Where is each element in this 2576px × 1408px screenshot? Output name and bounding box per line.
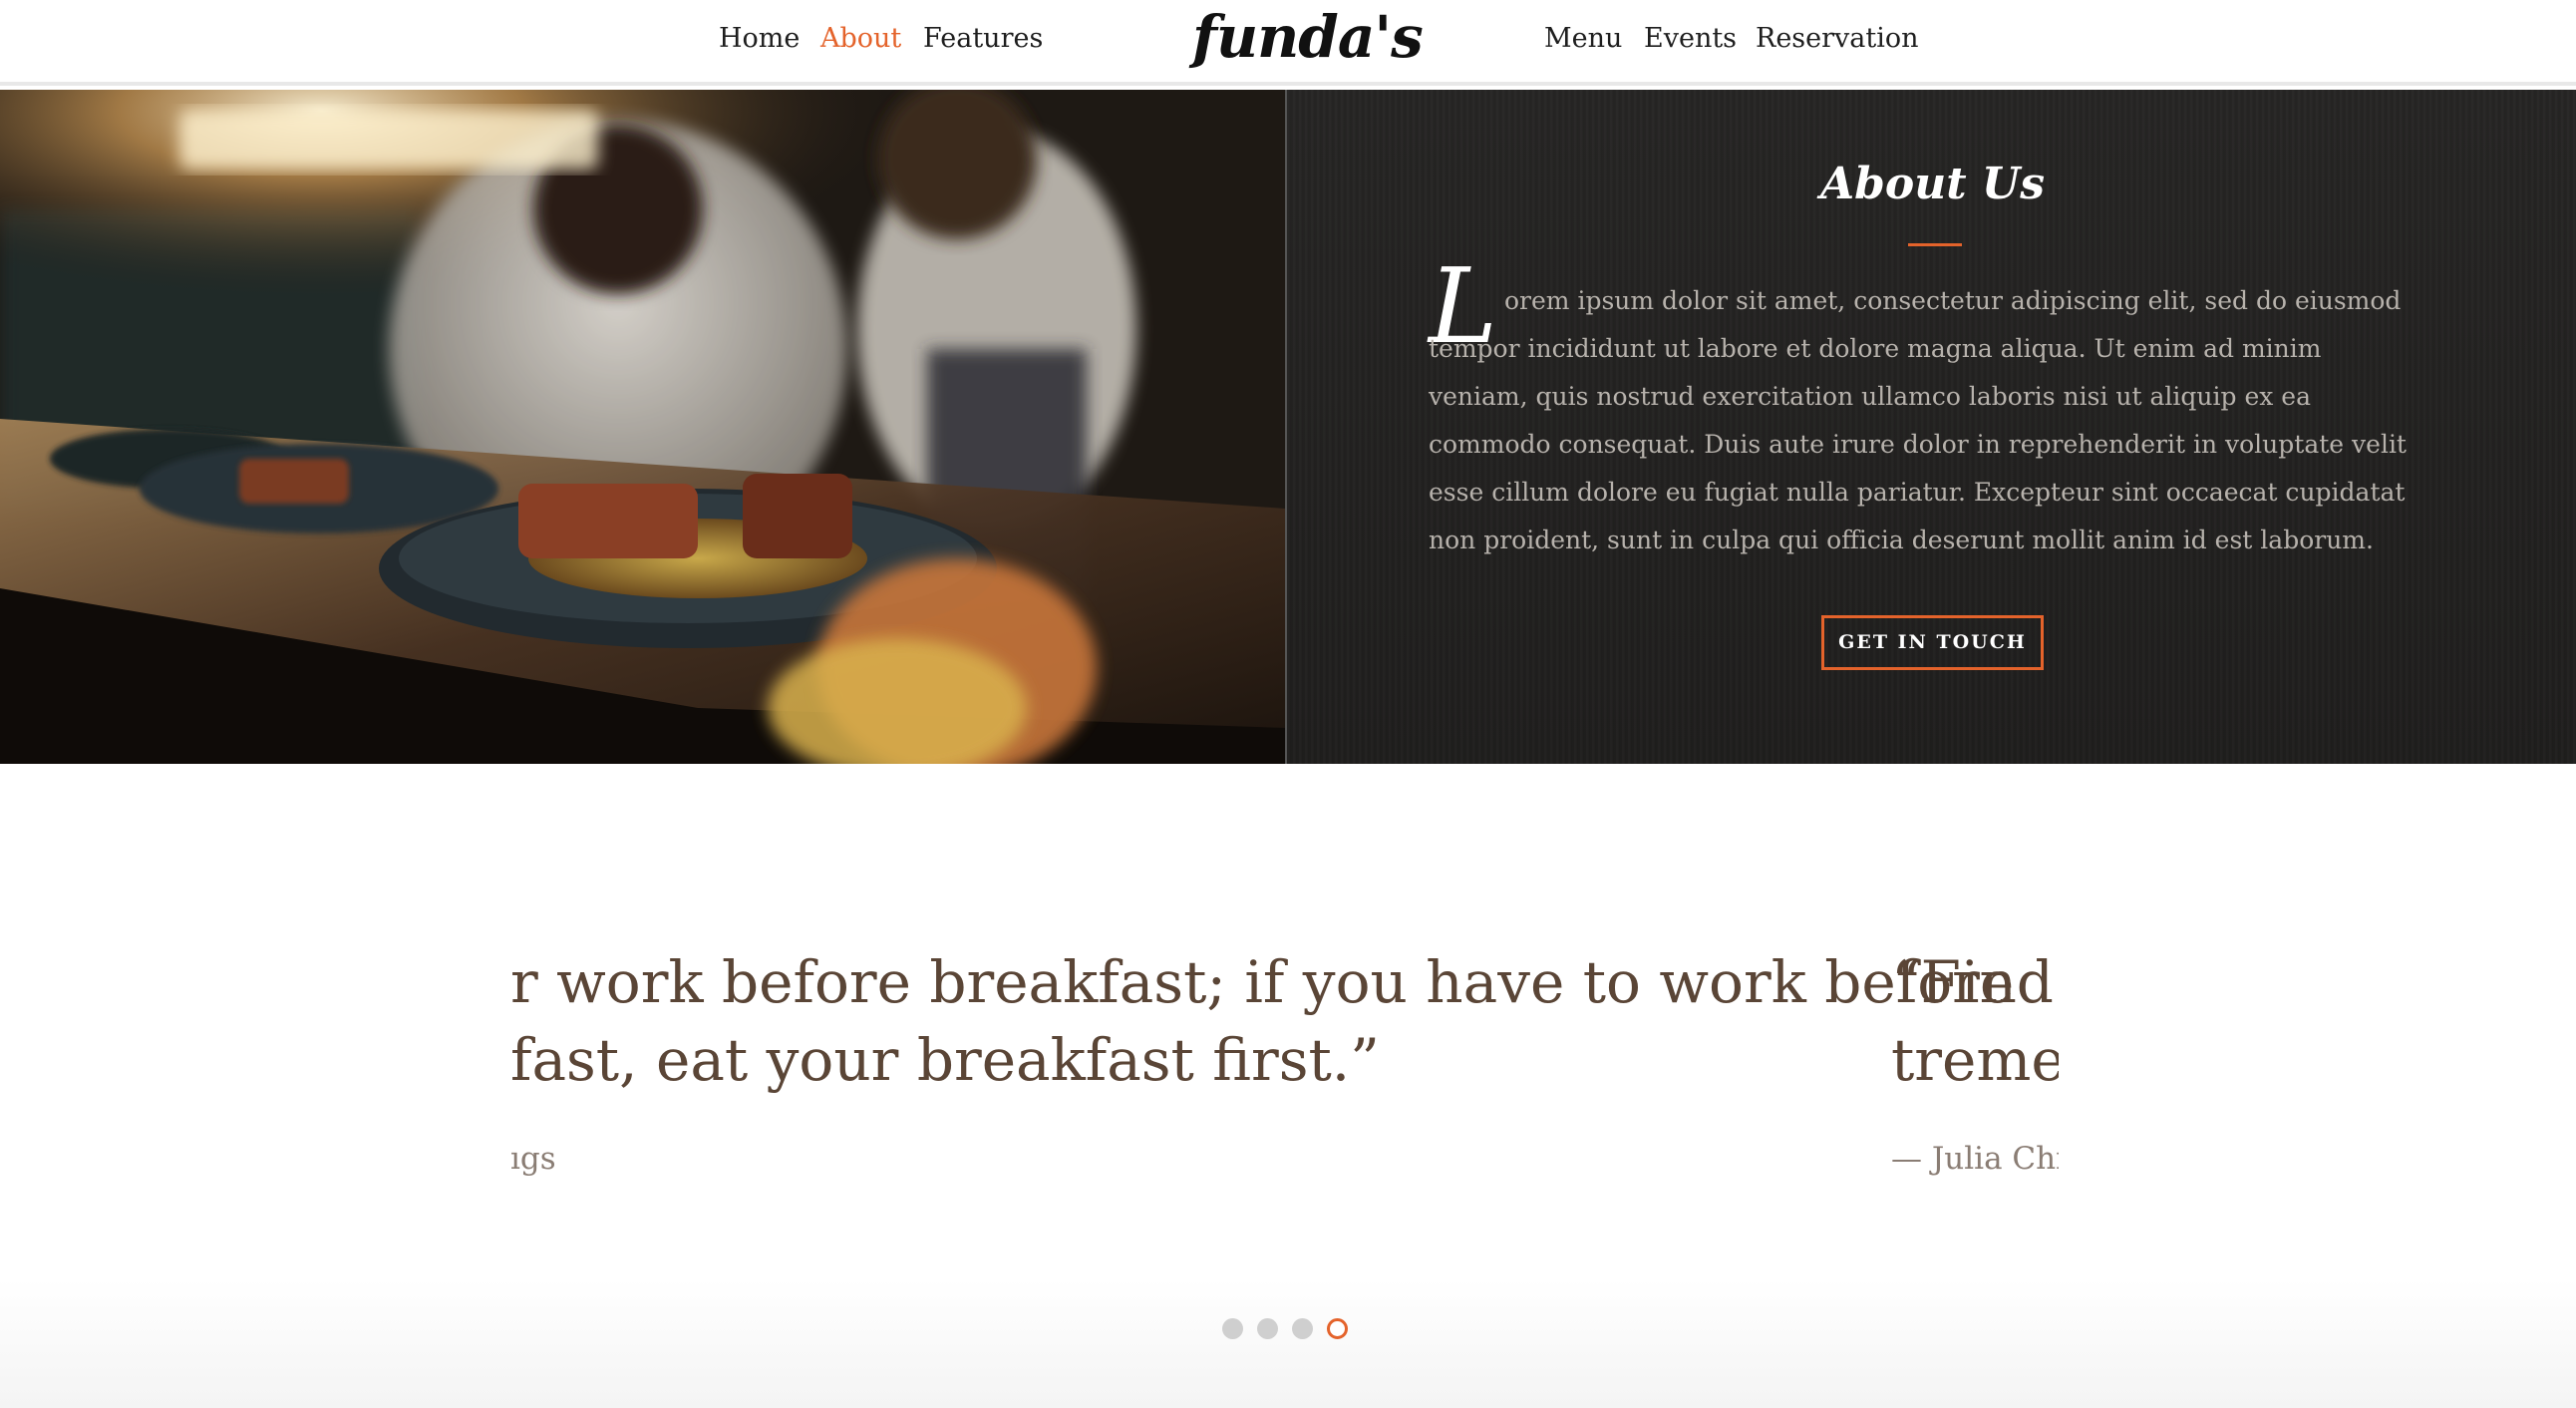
- quote-text: r work before breakfast; if you have to …: [510, 943, 2015, 1099]
- testimonial-slide: r work before breakfast; if you have to …: [510, 943, 2015, 1179]
- quote-line: “Find a: [1891, 948, 2059, 1016]
- testimonials-section: r work before breakfast; if you have to …: [0, 764, 2576, 1408]
- about-title: About Us: [1819, 159, 2046, 209]
- get-in-touch-button[interactable]: GET IN TOUCH: [1821, 615, 2044, 670]
- quote-line: fast, eat your breakfast first.”: [510, 1026, 1380, 1094]
- testimonial-slide: “Find a tremen — Julia Child: [1891, 943, 2059, 1179]
- nav-link-home[interactable]: Home: [719, 20, 800, 58]
- quote-author: ıgs: [510, 1141, 556, 1177]
- carousel-dot-3[interactable]: [1292, 1318, 1313, 1339]
- kitchen-photo: [0, 90, 1285, 764]
- about-body-text: orem ipsum dolor sit amet, consectetur a…: [1429, 277, 2425, 564]
- quote-line: r work before breakfast; if you have to …: [510, 948, 2015, 1016]
- carousel-dot-4[interactable]: [1327, 1318, 1348, 1339]
- quote-line: tremen: [1891, 1026, 2059, 1094]
- nav-link-features[interactable]: Features: [923, 20, 1043, 58]
- carousel-dot-2[interactable]: [1257, 1318, 1278, 1339]
- nav-link-reservation[interactable]: Reservation: [1756, 20, 1919, 58]
- quote-text: “Find a tremen: [1891, 943, 2059, 1099]
- nav-link-events[interactable]: Events: [1644, 20, 1737, 58]
- about-panel: About Us L orem ipsum dolor sit amet, co…: [1285, 90, 2576, 764]
- site-logo[interactable]: funda's: [1192, 2, 1424, 72]
- site-header: Home About Features funda's Menu Events …: [0, 0, 2576, 86]
- nav-link-about[interactable]: About: [820, 20, 901, 58]
- kitchen-photo-illustration: [0, 90, 1285, 764]
- carousel-dot-1[interactable]: [1222, 1318, 1243, 1339]
- title-divider: [1908, 243, 1962, 246]
- about-section: About Us L orem ipsum dolor sit amet, co…: [0, 90, 2576, 764]
- nav-link-menu[interactable]: Menu: [1544, 20, 1622, 58]
- testimonial-carousel[interactable]: r work before breakfast; if you have to …: [510, 764, 2059, 1262]
- about-body-rest: Ut enim ad minim veniam, quis nostrud ex…: [1429, 334, 2407, 554]
- quote-author: — Julia Child: [1891, 1141, 2059, 1177]
